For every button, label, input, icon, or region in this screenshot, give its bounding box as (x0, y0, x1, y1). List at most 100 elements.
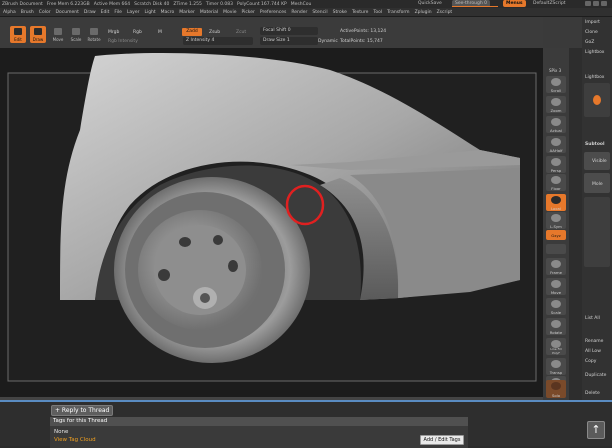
menu-color[interactable]: Color (39, 10, 51, 15)
transp-button[interactable]: Transp (546, 358, 566, 375)
menu-file[interactable]: File (114, 10, 122, 15)
maximize-button[interactable] (593, 1, 599, 6)
zsub-button[interactable]: Zsub (209, 30, 220, 35)
menu-edit[interactable]: Edit (101, 10, 110, 15)
see-through-bar (452, 6, 498, 7)
solo-icon (551, 382, 561, 390)
rotate-view-button[interactable]: Rotate (546, 318, 566, 335)
actual-button[interactable]: Actual (546, 116, 566, 133)
scale-view-button[interactable]: Scale (546, 298, 566, 315)
aahalf-button[interactable]: AAHalf (546, 136, 566, 153)
polyf-button[interactable]: Line Fill PolyF (546, 338, 566, 355)
lsym-icon (551, 214, 561, 222)
mrgb-button[interactable]: Mrgb (108, 30, 119, 35)
tags-header: Tags for this Thread (50, 417, 468, 426)
move-icon (54, 28, 62, 35)
quicksave-button[interactable]: QuickSave (418, 1, 442, 6)
free-mem: Free Mem 6.223GB (46, 1, 90, 7)
menu-macro[interactable]: Macro (161, 10, 175, 15)
transp-icon (551, 360, 561, 368)
import-button[interactable]: Import (585, 20, 600, 25)
lsym-button[interactable]: L.Sym (546, 212, 566, 229)
rotate-button[interactable]: Rotate (86, 26, 102, 43)
menu-light[interactable]: Light (144, 10, 155, 15)
tool-thumbnails[interactable] (584, 83, 610, 117)
floor-icon (551, 176, 561, 184)
frame-button[interactable]: Frame (546, 258, 566, 275)
edit-icon (14, 28, 22, 35)
menu-zscript[interactable]: Zscript (437, 10, 453, 15)
menu-document[interactable]: Document (56, 10, 79, 15)
menu-stencil[interactable]: Stencil (312, 10, 327, 15)
shelf-spacer-button[interactable] (546, 244, 566, 254)
menu-render[interactable]: Render (291, 10, 307, 15)
menu-tool[interactable]: Tool (373, 10, 382, 15)
dynamic-button[interactable]: Dynamic (318, 39, 338, 44)
lightbox-button[interactable]: Lightbox (585, 50, 604, 55)
zoom-icon (551, 98, 561, 106)
add-edit-tags-button[interactable]: Add / Edit Tags (420, 435, 464, 445)
rgb-button[interactable]: Rgb (133, 30, 142, 35)
menus-button[interactable]: Menus (503, 0, 526, 7)
all-low-button[interactable]: All Low (585, 349, 601, 354)
top-toolbar: Edit Draw Move Scale Rotate Mrgb Rgb M R… (0, 17, 543, 49)
rgb-intensity-slider[interactable]: Rgb Intensity (108, 39, 138, 44)
zoom-button[interactable]: Zoom (546, 96, 566, 113)
m-button[interactable]: M (158, 30, 162, 35)
visible-toggle[interactable]: Visible (592, 159, 607, 164)
subtool-list[interactable] (584, 197, 610, 267)
close-button[interactable] (601, 1, 607, 6)
duplicate-button[interactable]: Duplicate (585, 373, 606, 378)
local-button[interactable]: Local (546, 194, 566, 211)
mole-subtool[interactable]: Mole (592, 182, 603, 187)
menu-layer[interactable]: Layer (127, 10, 140, 15)
minimize-button[interactable] (585, 1, 591, 6)
move-view-button[interactable]: Move (546, 278, 566, 295)
tags-none-text: None (54, 429, 69, 435)
clone-button[interactable]: Clone (585, 30, 598, 35)
scroll-to-top-button[interactable]: ↑ (587, 421, 605, 439)
subtool-header[interactable]: Subtool (585, 142, 605, 147)
menu-movie[interactable]: Movie (223, 10, 236, 15)
zadd-button[interactable]: Zadd (182, 28, 202, 36)
move-button[interactable]: Move (50, 26, 66, 43)
menu-preferences[interactable]: Preferences (260, 10, 286, 15)
scale-view-icon (551, 300, 561, 308)
persp-button[interactable]: Persp (546, 156, 566, 173)
menu-draw[interactable]: Draw (84, 10, 96, 15)
menu-texture[interactable]: Texture (352, 10, 368, 15)
menu-zplugin[interactable]: Zplugin (415, 10, 432, 15)
focal-shift-slider[interactable]: Focal Shift 0 (260, 27, 318, 35)
menu-bar: Alpha Brush Color Document Draw Edit Fil… (0, 8, 612, 17)
gxyz-button[interactable]: Gxyz (546, 230, 566, 240)
floor-button[interactable]: Floor (546, 174, 566, 191)
title-bar: ZBrush Document Free Mem 6.223GB Active … (0, 0, 612, 8)
view-tag-cloud-link[interactable]: View Tag Cloud (54, 437, 96, 443)
zcut-button[interactable]: Zcut (236, 30, 246, 35)
menu-stroke[interactable]: Stroke (333, 10, 347, 15)
menu-alpha[interactable]: Alpha (3, 10, 16, 15)
scroll-button[interactable]: Scroll (546, 76, 566, 93)
default-zscript-button[interactable]: DefaultZScript (533, 1, 566, 6)
z-intensity-slider[interactable]: Z Intensity 4 (183, 37, 253, 45)
list-all-button[interactable]: List All (585, 316, 600, 321)
draw-size-slider[interactable]: Draw Size 1 (260, 37, 318, 45)
menu-marker[interactable]: Marker (179, 10, 195, 15)
delete-button[interactable]: Delete (585, 391, 600, 396)
rename-button[interactable]: Rename (585, 339, 603, 344)
document-canvas[interactable] (0, 48, 543, 397)
reply-to-thread-button[interactable]: + Reply to Thread (51, 405, 113, 416)
goz-button[interactable]: GoZ (585, 40, 594, 45)
simplebrush-icon (593, 95, 601, 105)
spix-slider[interactable]: SPix 3 (549, 68, 561, 73)
lightbox-tool-button[interactable]: Lightbox (585, 75, 604, 80)
menu-picker[interactable]: Picker (241, 10, 254, 15)
menu-transform[interactable]: Transform (387, 10, 409, 15)
menu-material[interactable]: Material (200, 10, 218, 15)
draw-button[interactable]: Draw (30, 26, 46, 43)
edit-button[interactable]: Edit (10, 26, 26, 43)
copy-button[interactable]: Copy (585, 359, 596, 364)
scale-button[interactable]: Scale (68, 26, 84, 43)
solo-button[interactable]: Solo (546, 380, 566, 398)
menu-brush[interactable]: Brush (21, 10, 34, 15)
